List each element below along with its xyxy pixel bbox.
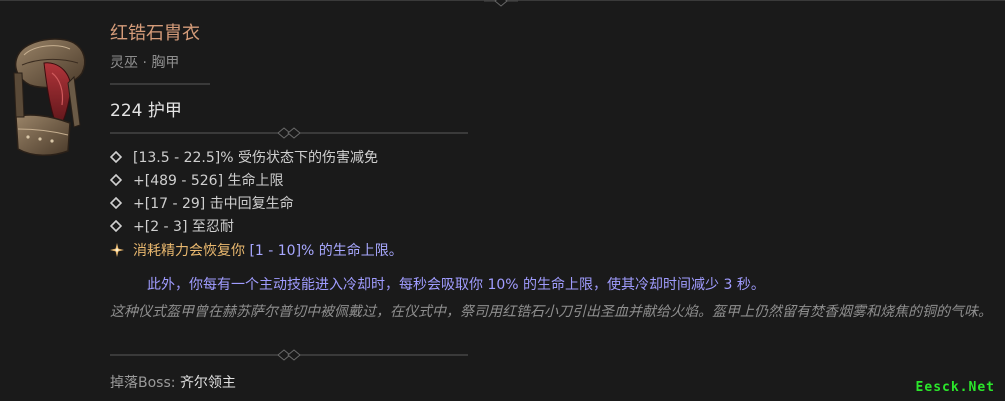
aspect-range: [1 - 10]% 的生命上限。 — [249, 243, 403, 259]
aspect-text: 消耗精力会恢复你 — [133, 243, 250, 259]
diamond-bullet-icon — [110, 220, 122, 232]
drop-label: 掉落Boss: — [110, 375, 180, 391]
affix-text: [13.5 - 22.5]% 受伤状态下的伤害减免 — [133, 150, 378, 166]
item-tooltip: 红锆石胄衣 灵巫 · 胸甲 224 护甲 [13.5 - 22.5]% 受伤状态… — [0, 0, 1005, 401]
diamond-bullet-icon — [110, 197, 122, 209]
item-name: 红锆石胄衣 — [110, 23, 200, 44]
item-image — [13, 38, 86, 156]
diamond-bullet-icon — [110, 151, 122, 163]
item-type: 灵巫 · 胸甲 — [110, 55, 180, 71]
ornament-icon — [484, 0, 518, 7]
flavor-text: 这种仪式盔甲曾在赫苏萨尔普切中被佩戴过，在仪式中，祭司用红锆石小刀引出圣血并献给… — [110, 304, 992, 320]
aspect-detail: 此外，你每有一个主动技能进入冷却时，每秒会吸取你 10% 的生命上限，使其冷却时… — [147, 277, 765, 293]
legendary-star-icon — [110, 243, 124, 257]
drop-source: 掉落Boss: 齐尔领主 — [110, 372, 236, 392]
watermark: Eesck.Net — [915, 380, 995, 395]
affix-text: +[2 - 3] 至忍耐 — [133, 219, 234, 235]
divider — [110, 83, 210, 85]
divider — [110, 127, 468, 139]
affix-text: +[17 - 29] 击中回复生命 — [133, 196, 294, 212]
armor-value: 224 护甲 — [110, 101, 182, 121]
diamond-bullet-icon — [110, 174, 122, 186]
divider — [110, 349, 468, 361]
drop-boss-name: 齐尔领主 — [179, 375, 236, 391]
affix-text: +[489 - 526] 生命上限 — [133, 173, 284, 189]
